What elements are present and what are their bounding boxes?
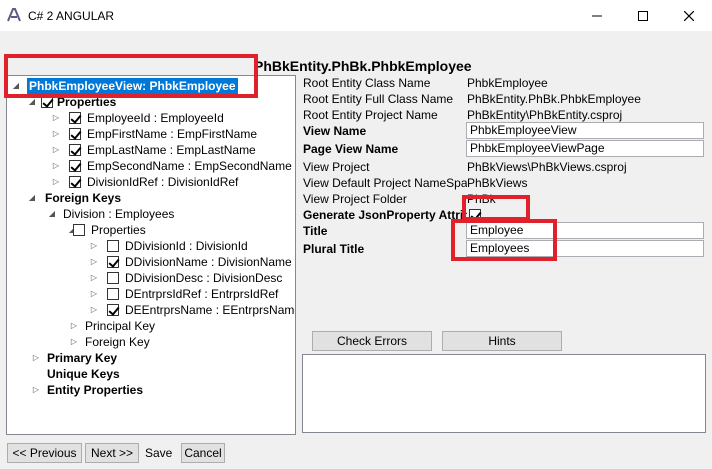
- expand-icon[interactable]: ▷: [51, 158, 61, 174]
- division-property-checkbox[interactable]: [107, 272, 119, 284]
- division-property-checkbox[interactable]: [107, 256, 119, 268]
- tree-division-node[interactable]: Division : Employees: [63, 206, 174, 222]
- tree-foreign-keys-node[interactable]: Foreign Keys: [45, 190, 121, 206]
- view-name-input[interactable]: PhbkEmployeeView: [466, 122, 704, 139]
- tree-property-node[interactable]: EmpSecondName : EmpSecondName: [87, 158, 292, 174]
- errors-output-area[interactable]: [302, 354, 706, 433]
- title-label: Title: [303, 224, 328, 238]
- property-checkbox[interactable]: [69, 176, 81, 188]
- tree-principal-key-node[interactable]: Principal Key: [85, 318, 155, 334]
- tree-property-node[interactable]: DivisionIdRef : DivisionIdRef: [87, 174, 238, 190]
- tree-properties-node[interactable]: Properties: [57, 94, 116, 110]
- expand-icon[interactable]: ▷: [51, 142, 61, 158]
- close-icon: [684, 10, 694, 21]
- collapse-icon[interactable]: ◢: [11, 78, 21, 94]
- tree-property-node[interactable]: EmployeeId : EmployeeId: [87, 110, 224, 126]
- expand-icon[interactable]: ▷: [51, 126, 61, 142]
- previous-button[interactable]: << Previous: [7, 443, 82, 463]
- expand-icon[interactable]: ▷: [89, 286, 99, 302]
- maximize-button[interactable]: [620, 0, 666, 31]
- expand-icon[interactable]: ▷: [89, 254, 99, 270]
- tree-entity-properties-node[interactable]: Entity Properties: [47, 382, 143, 398]
- expand-icon[interactable]: ▷: [31, 382, 41, 398]
- view-project-label: View Project: [303, 160, 370, 174]
- tree-division-property-node[interactable]: DEntrprsIdRef : EntrprsIdRef: [125, 286, 278, 302]
- tree-division-property-node[interactable]: DDivisionName : DivisionName: [125, 254, 292, 270]
- check-errors-button[interactable]: Check Errors: [312, 331, 432, 351]
- tree-division-property-node[interactable]: DDivisionDesc : DivisionDesc: [125, 270, 282, 286]
- tree-primary-key-node[interactable]: Primary Key: [47, 350, 117, 366]
- collapse-icon[interactable]: ◢: [47, 206, 57, 222]
- tree-division-property-node[interactable]: DDivisionId : DivisionId: [125, 238, 248, 254]
- division-property-checkbox[interactable]: [107, 304, 119, 316]
- entity-tree[interactable]: ◢ PhbkEmployeeView: PhbkEmployee ◢ Prope…: [6, 75, 296, 435]
- hints-button[interactable]: Hints: [442, 331, 562, 351]
- root-entity-class-name-label: Root Entity Class Name: [303, 76, 431, 90]
- tree-unique-keys-node[interactable]: Unique Keys: [47, 366, 120, 382]
- entity-header: PhBkEntity.PhBk.PhbkEmployee: [254, 58, 472, 74]
- expand-icon[interactable]: ▷: [89, 270, 99, 286]
- view-name-label: View Name: [303, 124, 367, 138]
- tree-property-node[interactable]: EmpLastName : EmpLastName: [87, 142, 256, 158]
- division-property-checkbox[interactable]: [107, 288, 119, 300]
- view-project-value[interactable]: PhBkViews\PhBkViews.csproj: [467, 159, 627, 175]
- root-entity-full-class-name-value: PhBkEntity.PhBk.PhbkEmployee: [467, 92, 641, 106]
- minimize-icon: [592, 15, 602, 16]
- collapse-icon[interactable]: ◢: [27, 94, 37, 110]
- root-entity-project-name-label: Root Entity Project Name: [303, 108, 438, 122]
- properties-checkbox[interactable]: [41, 96, 53, 108]
- property-checkbox[interactable]: [69, 144, 81, 156]
- plural-title-label: Plural Title: [303, 242, 365, 256]
- division-properties-checkbox[interactable]: [73, 224, 85, 236]
- maximize-icon: [638, 10, 648, 21]
- next-button[interactable]: Next >>: [85, 443, 139, 463]
- page-view-name-label: Page View Name: [303, 142, 399, 156]
- tree-property-node[interactable]: EmpFirstName : EmpFirstName: [87, 126, 257, 142]
- expand-icon[interactable]: ▷: [51, 110, 61, 126]
- tree-division-foreign-key-node[interactable]: Foreign Key: [85, 334, 150, 350]
- property-checkbox[interactable]: [69, 112, 81, 124]
- tree-division-property-node[interactable]: DEEntrprsName : EEntrprsName: [125, 302, 295, 318]
- view-project-folder-value[interactable]: PhBk: [467, 191, 496, 207]
- generate-jsonproperty-label: Generate JsonProperty Attribute: [303, 208, 467, 222]
- view-project-folder-label: View Project Folder: [303, 192, 407, 206]
- plural-title-input[interactable]: Employees: [466, 240, 704, 257]
- expand-icon[interactable]: ▷: [89, 302, 99, 318]
- tree-division-properties-node[interactable]: Properties: [91, 222, 146, 238]
- expand-icon[interactable]: ▷: [69, 318, 79, 334]
- save-button[interactable]: Save: [145, 446, 172, 460]
- tree-root-node[interactable]: PhbkEmployeeView: PhbkEmployee: [27, 78, 238, 94]
- expand-icon[interactable]: ▷: [89, 238, 99, 254]
- root-entity-project-name-value: PhBkEntity\PhBkEntity.csproj: [467, 108, 623, 122]
- view-default-namespace-label: View Default Project NameSpace: [303, 176, 467, 190]
- expand-icon[interactable]: ▷: [51, 174, 61, 190]
- expand-icon[interactable]: ▷: [31, 350, 41, 366]
- view-default-namespace-value: PhBkViews: [467, 176, 528, 190]
- app-icon: [7, 8, 21, 22]
- cancel-button[interactable]: Cancel: [181, 443, 225, 463]
- root-entity-class-name-value: PhbkEmployee: [467, 76, 548, 90]
- collapse-icon[interactable]: ◢: [27, 190, 37, 206]
- expand-icon[interactable]: ▷: [69, 334, 79, 350]
- generate-jsonproperty-checkbox[interactable]: [469, 209, 481, 221]
- division-property-checkbox[interactable]: [107, 240, 119, 252]
- title-input[interactable]: Employee: [466, 222, 704, 239]
- property-checkbox[interactable]: [69, 160, 81, 172]
- page-view-name-input[interactable]: PhbkEmployeeViewPage: [466, 140, 704, 157]
- property-checkbox[interactable]: [69, 128, 81, 140]
- window-title-bar: C# 2 ANGULAR: [0, 0, 712, 31]
- root-entity-full-class-name-label: Root Entity Full Class Name: [303, 92, 454, 106]
- close-button[interactable]: [666, 0, 712, 31]
- minimize-button[interactable]: [574, 0, 620, 31]
- window-title: C# 2 ANGULAR: [28, 9, 115, 23]
